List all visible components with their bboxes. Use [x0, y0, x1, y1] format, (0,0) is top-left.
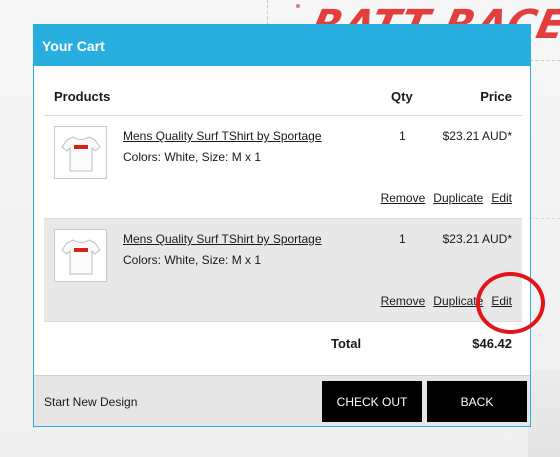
item-actions: Remove Duplicate Edit — [381, 294, 512, 308]
product-thumbnail — [54, 229, 107, 282]
cart-item-row: Mens Quality Surf TShirt by Sportage Col… — [44, 116, 522, 219]
guide-handle-dot — [296, 4, 300, 8]
column-header-price: Price — [480, 89, 512, 104]
duplicate-link[interactable]: Duplicate — [433, 294, 483, 308]
modal-header: Your Cart — [34, 25, 530, 66]
modal-title: Your Cart — [42, 37, 105, 54]
product-name-link[interactable]: Mens Quality Surf TShirt by Sportage — [123, 129, 322, 143]
column-header-qty: Qty — [391, 89, 413, 104]
product-qty: 1 — [399, 232, 406, 246]
table-header: Products Qty Price — [44, 75, 522, 116]
remove-link[interactable]: Remove — [381, 294, 426, 308]
product-price: $23.21 AUD* — [442, 129, 512, 143]
edit-link[interactable]: Edit — [491, 294, 512, 308]
white-tshirt-icon — [60, 238, 101, 274]
item-actions: Remove Duplicate Edit — [381, 191, 512, 205]
total-value: $46.42 — [472, 336, 512, 351]
design-guide-line — [530, 60, 560, 61]
modal-footer: Start New Design CHECK OUT BACK — [34, 375, 530, 426]
back-button[interactable]: BACK — [427, 381, 527, 422]
product-name-link[interactable]: Mens Quality Surf TShirt by Sportage — [123, 232, 322, 246]
white-tshirt-icon — [60, 135, 101, 171]
product-qty: 1 — [399, 129, 406, 143]
column-header-products: Products — [54, 89, 111, 104]
edit-link[interactable]: Edit — [491, 191, 512, 205]
duplicate-link[interactable]: Duplicate — [433, 191, 483, 205]
total-row: Total $46.42 — [44, 322, 522, 364]
cart-item-row: Mens Quality Surf TShirt by Sportage Col… — [44, 219, 522, 322]
checkout-button[interactable]: CHECK OUT — [322, 381, 422, 422]
design-guide-line — [530, 218, 560, 219]
product-price: $23.21 AUD* — [442, 232, 512, 246]
remove-link[interactable]: Remove — [381, 191, 426, 205]
cart-modal: Your Cart Products Qty Price Mens Qualit… — [33, 24, 531, 427]
start-new-design-link[interactable]: Start New Design — [44, 395, 137, 409]
background-brush-stroke — [528, 370, 560, 457]
cart-table: Products Qty Price Mens Quality Surf TSh… — [44, 75, 522, 364]
product-attributes: Colors: White, Size: M x 1 — [123, 150, 262, 164]
product-attributes: Colors: White, Size: M x 1 — [123, 253, 262, 267]
product-thumbnail — [54, 126, 107, 179]
total-label: Total — [331, 336, 362, 351]
